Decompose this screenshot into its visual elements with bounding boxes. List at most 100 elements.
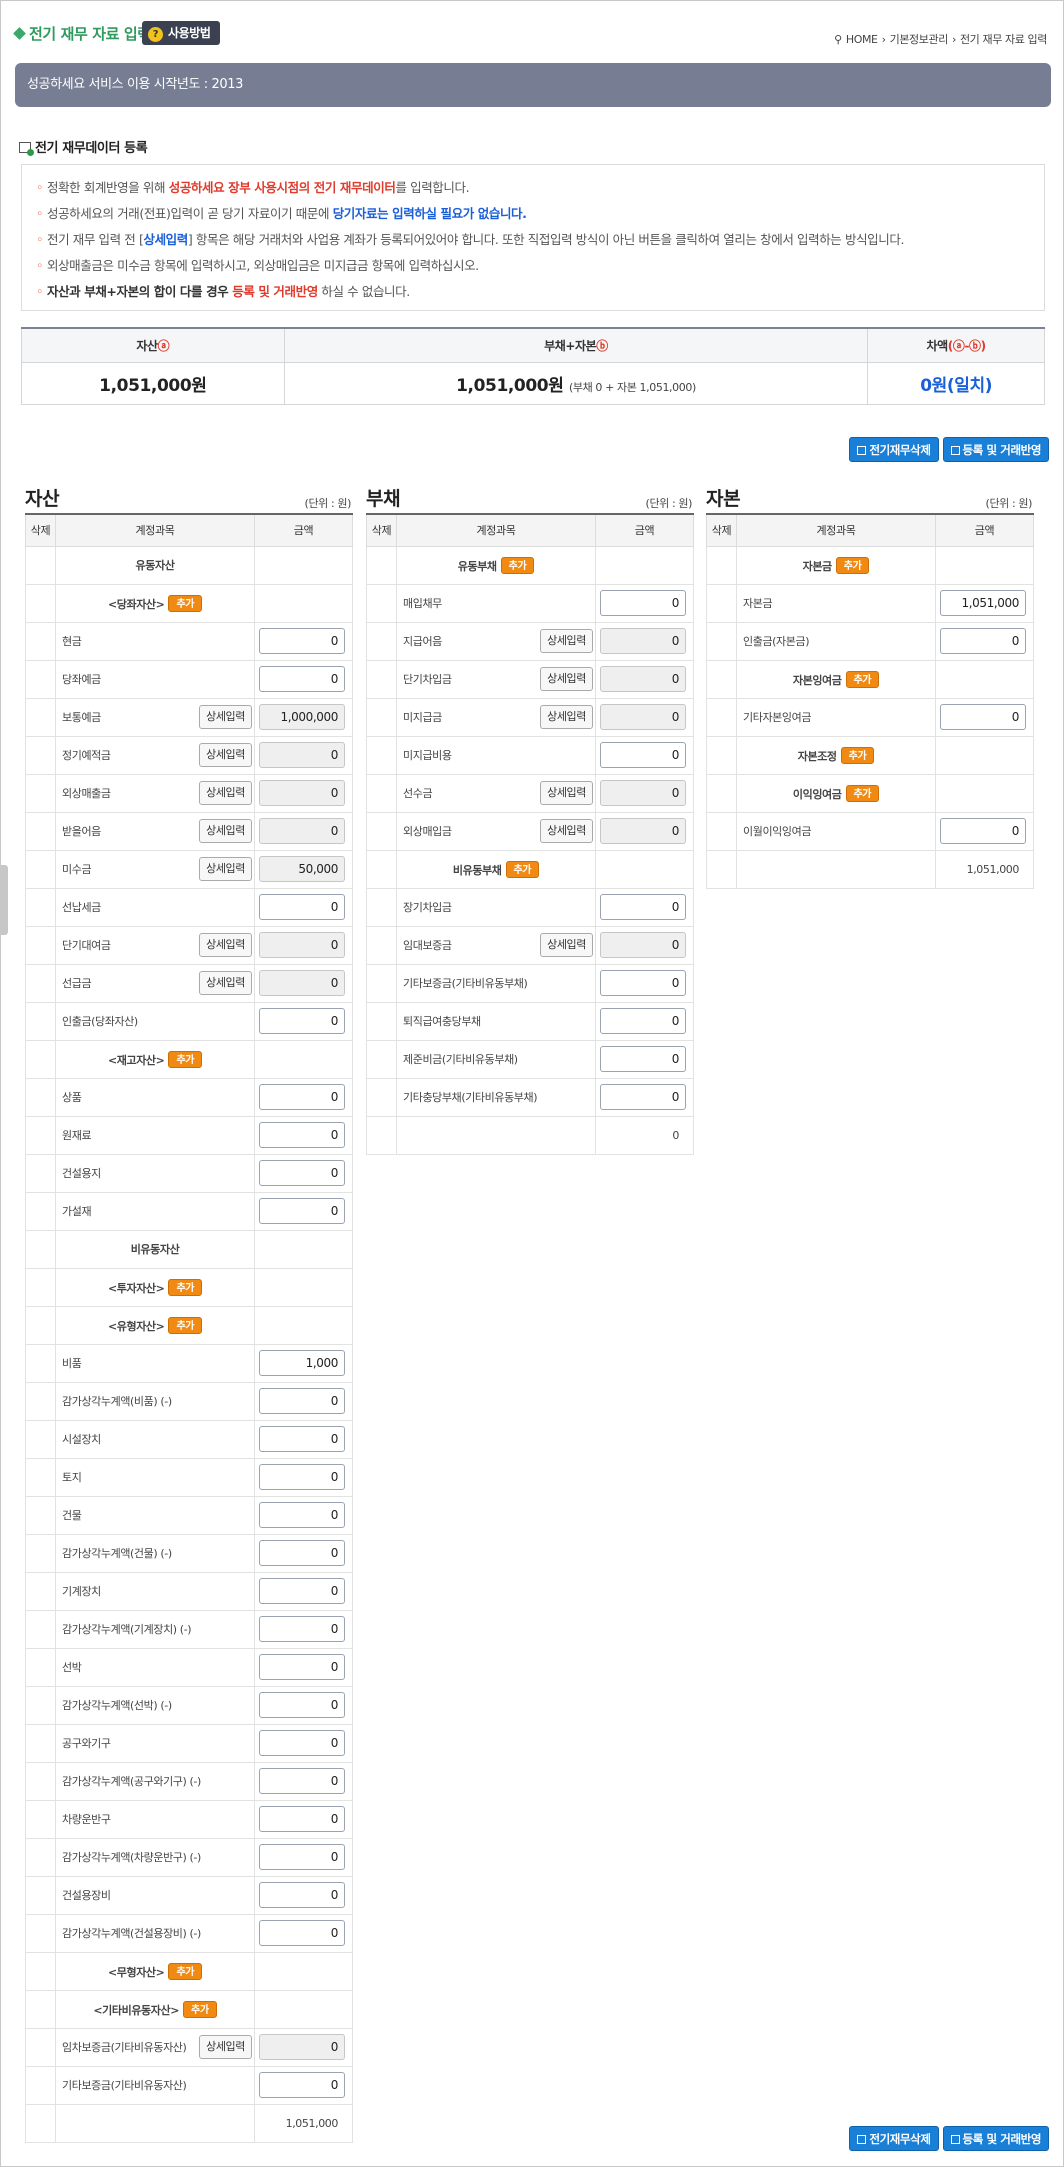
breadcrumb-basic-info[interactable]: 기본정보관리 <box>890 33 949 46</box>
amount-cell: 0 <box>254 659 353 699</box>
detail-input-button[interactable]: 상세입력 <box>540 933 593 957</box>
amount-input[interactable]: 0 <box>940 818 1026 844</box>
detail-input-button[interactable]: 상세입력 <box>199 705 252 729</box>
add-account-button[interactable]: 추가 <box>168 1278 203 1296</box>
table-row: 이월이익잉여금 0 <box>706 811 1034 851</box>
amount-input[interactable]: 0 <box>259 1464 345 1490</box>
account-name: 인출금(당좌자산) <box>62 1015 138 1028</box>
amount-input[interactable]: 0 <box>600 742 686 768</box>
detail-input-button[interactable]: 상세입력 <box>199 933 252 957</box>
table-row: 인출금(자본금) 0 <box>706 621 1034 661</box>
amount-input[interactable]: 0 <box>259 1502 345 1528</box>
add-account-button[interactable]: 추가 <box>845 670 880 688</box>
amount-input[interactable]: 0 <box>259 1844 345 1870</box>
howto-button[interactable]: ? 사용방법 <box>142 21 220 45</box>
amount-input[interactable]: 1,000 <box>259 1350 345 1376</box>
account-name: 제준비금(기타비유동부채) <box>403 1053 518 1066</box>
delete-cell <box>366 735 397 775</box>
detail-input-button[interactable]: 상세입력 <box>199 2035 252 2059</box>
detail-input-button[interactable]: 상세입력 <box>199 781 252 805</box>
amount-input[interactable]: 0 <box>940 704 1026 730</box>
amount-input[interactable]: 0 <box>259 1008 345 1034</box>
amount-cell: 0 <box>254 887 353 927</box>
amount-input[interactable]: 0 <box>259 1122 345 1148</box>
amount-input[interactable]: 0 <box>600 894 686 920</box>
register-apply-button[interactable]: 등록 및 거래반영 <box>942 437 1049 462</box>
amount-input[interactable]: 0 <box>259 1426 345 1452</box>
notice-line: ◦ 외상매출금은 미수금 항목에 입력하시고, 외상매입금은 미지급금 항목에 입… <box>36 258 479 273</box>
equity-table: 삭제 계정과목 금액 자본금 추가 자본금 1,051,000 인출금(자본금) 0 자본잉여금 추… <box>706 513 1034 889</box>
add-account-button[interactable]: 추가 <box>168 594 203 612</box>
amount-input[interactable]: 0 <box>259 1198 345 1224</box>
delete-cell <box>706 697 737 737</box>
side-panel-handle[interactable] <box>1 865 8 935</box>
detail-input-button[interactable]: 상세입력 <box>199 857 252 881</box>
delete-cell <box>25 811 56 851</box>
amount-input[interactable]: 0 <box>600 970 686 996</box>
detail-input-button[interactable]: 상세입력 <box>199 819 252 843</box>
amount-cell: 0 <box>254 621 353 661</box>
amount-input[interactable]: 0 <box>259 1692 345 1718</box>
amount-input[interactable]: 0 <box>259 1084 345 1110</box>
page-title-text: 전기 재무 자료 입력 <box>29 25 151 43</box>
register-apply-button-bottom[interactable]: 등록 및 거래반영 <box>942 2126 1049 2151</box>
amount-cell: 0 <box>254 1609 353 1649</box>
breadcrumb-home[interactable]: HOME <box>846 33 878 46</box>
amount-input[interactable]: 0 <box>940 628 1026 654</box>
amount-input: 0 <box>259 932 345 958</box>
add-account-button[interactable]: 추가 <box>168 1316 203 1334</box>
amount-input[interactable]: 0 <box>259 2072 345 2098</box>
group-header-row: 유동부채 추가 <box>366 545 694 585</box>
detail-input-button[interactable]: 상세입력 <box>540 629 593 653</box>
amount-input[interactable]: 0 <box>259 1654 345 1680</box>
amount-input[interactable]: 0 <box>259 1806 345 1832</box>
detail-input-button[interactable]: 상세입력 <box>199 971 252 995</box>
detail-input-button[interactable]: 상세입력 <box>540 667 593 691</box>
amount-input[interactable]: 1,051,000 <box>940 590 1026 616</box>
amount-input[interactable]: 0 <box>600 590 686 616</box>
add-account-button[interactable]: 추가 <box>183 2000 217 2018</box>
amount-input[interactable]: 0 <box>259 1578 345 1604</box>
delete-prior-finance-button-bottom[interactable]: 전기재무삭제 <box>849 2126 939 2151</box>
amount-input[interactable]: 0 <box>600 1084 686 1110</box>
delete-prior-finance-button[interactable]: 전기재무삭제 <box>849 437 939 462</box>
account-name-cell: 건설용지 <box>55 1153 255 1193</box>
amount-input[interactable]: 0 <box>259 1160 345 1186</box>
assets-header: 자산 (단위 : 원) <box>25 485 353 513</box>
add-account-button[interactable]: 추가 <box>845 784 880 802</box>
amount-cell: 0 <box>254 925 353 965</box>
add-account-button[interactable]: 추가 <box>168 1962 203 1980</box>
unit-label: (단위 : 원) <box>304 497 352 510</box>
amount-input[interactable]: 0 <box>259 628 345 654</box>
amount-cell: 0 <box>254 1647 353 1687</box>
group-header-row: 비유동부채 추가 <box>366 849 694 889</box>
delete-cell <box>25 925 56 965</box>
detail-input-button[interactable]: 상세입력 <box>540 781 593 805</box>
account-name: 감가상각누계액(선박) (-) <box>62 1699 172 1712</box>
add-account-button[interactable]: 추가 <box>500 556 535 574</box>
amount-input[interactable]: 0 <box>600 1046 686 1072</box>
amount-input[interactable]: 0 <box>600 1008 686 1034</box>
detail-input-button[interactable]: 상세입력 <box>540 705 593 729</box>
amount-input[interactable]: 0 <box>259 1920 345 1946</box>
add-account-button[interactable]: 추가 <box>840 746 875 764</box>
amount-input[interactable]: 0 <box>259 666 345 692</box>
account-name: 외상매입금 <box>403 825 452 838</box>
amount-input[interactable]: 0 <box>259 1540 345 1566</box>
account-name: 미지급비용 <box>403 749 452 762</box>
account-name-cell: 임대보증금 상세입력 <box>396 925 596 965</box>
detail-input-button[interactable]: 상세입력 <box>540 819 593 843</box>
delete-cell <box>366 773 397 813</box>
amount-input[interactable]: 0 <box>259 1882 345 1908</box>
amount-input[interactable]: 0 <box>259 1730 345 1756</box>
delete-cell <box>706 621 737 661</box>
amount-input[interactable]: 0 <box>259 1388 345 1414</box>
add-account-button[interactable]: 추가 <box>835 556 870 574</box>
detail-input-button[interactable]: 상세입력 <box>199 743 252 767</box>
amount-input[interactable]: 0 <box>259 894 345 920</box>
add-account-button[interactable]: 추가 <box>168 1050 203 1068</box>
add-account-button[interactable]: 추가 <box>505 860 540 878</box>
amount-input[interactable]: 0 <box>259 1768 345 1794</box>
account-name-cell: 미지급비용 <box>396 735 596 775</box>
amount-input[interactable]: 0 <box>259 1616 345 1642</box>
